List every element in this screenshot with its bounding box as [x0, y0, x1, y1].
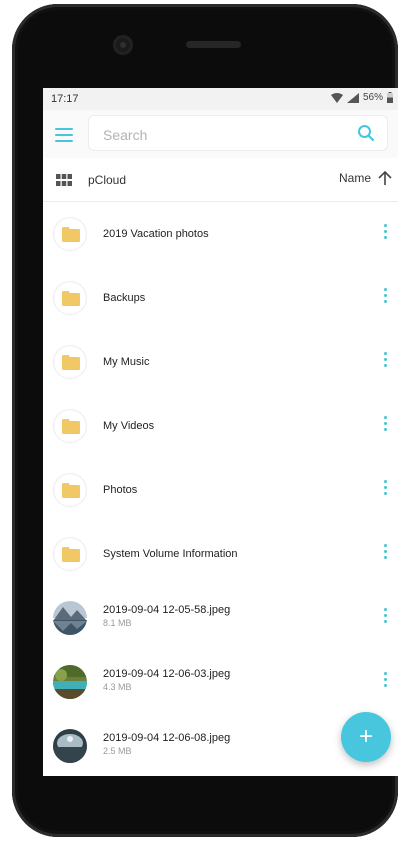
- front-camera: [113, 35, 133, 55]
- item-name: Backups: [103, 292, 146, 304]
- more-options-icon[interactable]: [383, 224, 387, 242]
- more-options-icon[interactable]: [383, 416, 387, 434]
- earpiece-speaker: [186, 41, 241, 48]
- wifi-icon: [330, 92, 343, 103]
- image-thumbnail: [53, 665, 87, 699]
- list-item-folder[interactable]: Backups: [43, 266, 398, 330]
- sort-label: Name: [338, 171, 371, 185]
- search-input[interactable]: [101, 124, 345, 146]
- folder-thumb: [53, 409, 87, 443]
- battery-percent: 56%: [362, 92, 383, 103]
- status-icons: 56%: [330, 92, 393, 103]
- search-bar: [43, 110, 398, 158]
- folder-icon: [62, 291, 80, 306]
- folder-thumb: [53, 217, 87, 251]
- more-options-icon[interactable]: [383, 352, 387, 370]
- file-size: 4.3 MB: [103, 682, 132, 692]
- list-item-image[interactable]: 2019-09-04 12-05-58.jpeg 8.1 MB: [43, 586, 398, 650]
- folder-thumb: [53, 473, 87, 507]
- arrow-up-icon: [378, 170, 392, 185]
- item-name: My Videos: [103, 420, 155, 432]
- list-item-folder[interactable]: Photos: [43, 458, 398, 522]
- list-item-folder[interactable]: My Videos: [43, 394, 398, 458]
- status-bar: 17:17 56%: [43, 88, 398, 110]
- item-name: My Music: [103, 356, 150, 368]
- grid-view-icon[interactable]: [56, 174, 72, 186]
- list-header: pCloud Name: [43, 158, 398, 202]
- list-item-folder[interactable]: System Volume Information: [43, 522, 398, 586]
- folder-icon: [62, 227, 80, 242]
- folder-icon: [62, 355, 80, 370]
- signal-icon: [346, 92, 359, 103]
- list-item-folder[interactable]: 2019 Vacation photos: [43, 202, 398, 266]
- folder-icon: [62, 483, 80, 498]
- item-name: Photos: [103, 484, 138, 496]
- item-name: 2019 Vacation photos: [103, 228, 209, 240]
- image-thumbnail: [53, 729, 87, 763]
- more-options-icon[interactable]: [383, 480, 387, 498]
- more-options-icon[interactable]: [383, 672, 387, 690]
- item-name: 2019-09-04 12-05-58.jpeg: [103, 604, 231, 616]
- hamburger-menu-icon[interactable]: [55, 128, 73, 142]
- battery-icon: [387, 92, 393, 103]
- folder-thumb: [53, 281, 87, 315]
- search-icon[interactable]: [357, 124, 375, 142]
- more-options-icon[interactable]: [383, 288, 387, 306]
- folder-thumb: [53, 537, 87, 571]
- phone-frame: 17:17 56% Search pCloud Name 2019 Vacati…: [12, 4, 398, 837]
- add-fab-button[interactable]: +: [341, 712, 391, 762]
- sort-control[interactable]: Name: [339, 170, 393, 186]
- file-size: 2.5 MB: [103, 746, 132, 756]
- list-item-image[interactable]: 2019-09-04 12-06-03.jpeg 4.3 MB: [43, 650, 398, 714]
- list-item-folder[interactable]: My Music: [43, 330, 398, 394]
- item-name: System Volume Information: [103, 548, 238, 560]
- folder-icon: [62, 547, 80, 562]
- file-list: 2019 Vacation photos Backups My Music My…: [43, 202, 398, 776]
- folder-icon: [62, 419, 80, 434]
- more-options-icon[interactable]: [383, 608, 387, 626]
- item-name: 2019-09-04 12-06-03.jpeg: [103, 668, 231, 680]
- more-options-icon[interactable]: [383, 544, 387, 562]
- item-name: 2019-09-04 12-06-08.jpeg: [103, 732, 231, 744]
- file-size: 8.1 MB: [103, 618, 132, 628]
- breadcrumb[interactable]: pCloud: [88, 173, 126, 187]
- folder-thumb: [53, 345, 87, 379]
- app-screen: 17:17 56% Search pCloud Name 2019 Vacati…: [43, 88, 398, 776]
- status-time: 17:17: [51, 93, 79, 105]
- image-thumbnail: [53, 601, 87, 635]
- search-box[interactable]: [88, 115, 388, 151]
